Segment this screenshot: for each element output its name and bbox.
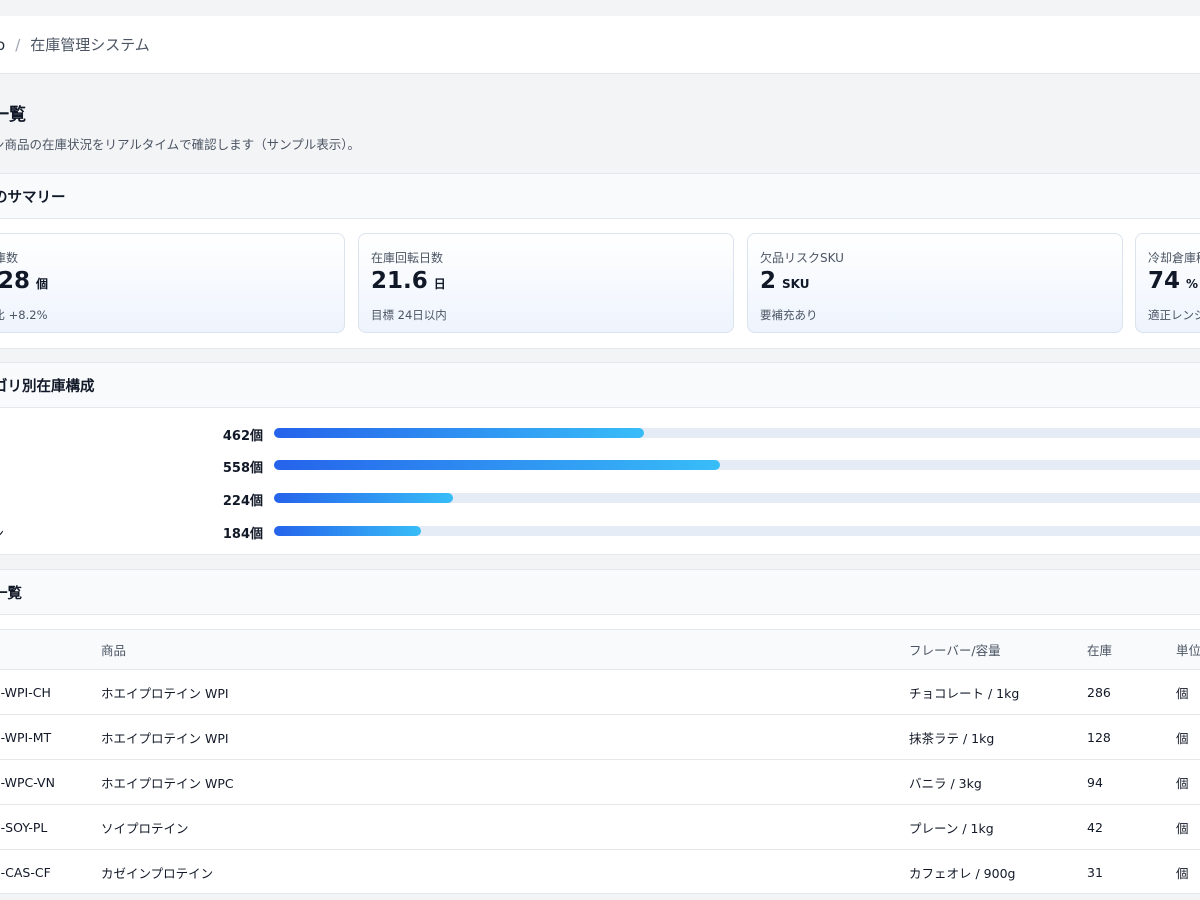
cell-stock: 42 [1087, 804, 1176, 850]
breadcrumb-home-link[interactable]: o [0, 36, 5, 54]
category-section: ゴリ別在庫構成 462個 558個 224個 ン 184個 [0, 362, 1200, 555]
cell-sku: D-SOY-PL [0, 804, 101, 850]
cell-sku: D-WPI-MT [0, 714, 101, 760]
category-bar-row: 462個 [0, 423, 1200, 444]
table-row[interactable]: D-CAS-CF カゼインプロテイン カフェオレ / 900g 31 個 [0, 849, 1200, 893]
breadcrumb-current: 在庫管理システム [30, 36, 150, 54]
summary-card-stockout-risk: 欠品リスクSKU 2 SKU 要補充あり [747, 233, 1123, 333]
card-value: 21.6 日 [371, 268, 446, 294]
cell-product: ホエイプロテイン WPI [101, 714, 909, 760]
cell-unit: 個 [1176, 669, 1200, 715]
card-note: 適正レンジ [1148, 308, 1200, 322]
column-header-stock[interactable]: 在庫 [1087, 629, 1176, 670]
table-row[interactable]: D-WPI-MT ホエイプロテイン WPI 抹茶ラテ / 1kg 128 個 [0, 714, 1200, 760]
category-name: ン [0, 523, 4, 542]
cell-product: ホエイプロテイン WPI [101, 669, 909, 715]
category-bar-row: 224個 [0, 488, 1200, 509]
card-value: 74% [1148, 268, 1198, 294]
category-title: ゴリ別在庫構成 [0, 378, 95, 395]
card-number: 21.6 [371, 268, 428, 294]
category-bar-track [274, 428, 1200, 438]
cell-flavor: 抹茶ラテ / 1kg [909, 714, 1087, 760]
summary-title: のサマリー [0, 189, 66, 206]
cell-product: カゼインプロテイン [101, 849, 909, 893]
category-bar-track [274, 460, 1200, 470]
page-description: ン商品の在庫状況をリアルタイムで確認します（サンプル表示）。 [0, 137, 361, 152]
column-header-unit[interactable]: 単位 [1176, 629, 1200, 670]
table-header-row: U 商品 フレーバー/容量 在庫 単位 [0, 629, 1200, 670]
breadcrumb: o / 在庫管理システム [0, 16, 1200, 74]
category-bar-fill [274, 428, 644, 438]
cell-stock: 128 [1087, 714, 1176, 760]
cell-sku: D-WPC-VN [0, 759, 101, 805]
card-label: 欠品リスクSKU [760, 251, 844, 265]
cell-sku: D-WPI-CH [0, 669, 101, 715]
cell-stock: 31 [1087, 849, 1176, 893]
products-title: 一覧 [0, 585, 22, 602]
category-bar-row: 558個 [0, 455, 1200, 476]
card-unit: 日 [433, 277, 446, 291]
cell-product: ソイプロテイン [101, 804, 909, 850]
card-number: 2 [760, 268, 777, 294]
card-number: 428 [0, 268, 31, 294]
summary-card-turnover: 在庫回転日数 21.6 日 目標 24日以内 [358, 233, 734, 333]
category-count: 224個 [222, 494, 263, 509]
card-unit: 個 [36, 277, 49, 291]
cell-flavor: カフェオレ / 900g [909, 849, 1087, 893]
category-bar-track [274, 526, 1200, 536]
category-count: 462個 [222, 429, 263, 444]
category-header: ゴリ別在庫構成 [0, 363, 1200, 408]
card-label: 在庫回転日数 [371, 251, 444, 265]
cell-unit: 個 [1176, 849, 1200, 893]
card-value: 2 SKU [760, 268, 810, 294]
products-table: U 商品 フレーバー/容量 在庫 単位 D-WPI-CH ホエイプロテイン WP… [0, 629, 1200, 893]
card-label: 冷却倉庫稼 [1148, 251, 1200, 265]
card-label: 在庫数 [0, 251, 19, 265]
category-bar-row: ン 184個 [0, 521, 1200, 542]
card-unit: SKU [782, 277, 810, 291]
table-row[interactable]: D-WPC-VN ホエイプロテイン WPC バニラ / 3kg 94 個 [0, 759, 1200, 805]
summary-card-cold-storage: 冷却倉庫稼 74% 適正レンジ [1135, 233, 1200, 333]
products-section: 一覧 U 商品 フレーバー/容量 在庫 単位 D-WPI-CH ホエイプロテイン… [0, 569, 1200, 894]
cell-unit: 個 [1176, 759, 1200, 805]
table-row[interactable]: D-WPI-CH ホエイプロテイン WPI チョコレート / 1kg 286 個 [0, 669, 1200, 715]
category-bar-fill [274, 526, 422, 536]
card-note: 要補充あり [760, 308, 818, 322]
summary-cards: 在庫数 428個 週比 +8.2% 在庫回転日数 21.6日 目標 24日以内 … [0, 233, 1200, 335]
cell-flavor: チョコレート / 1kg [909, 669, 1087, 715]
card-unit: % [1186, 277, 1199, 291]
page-title: 一覧 [0, 105, 26, 125]
card-number: 74 [1148, 268, 1181, 294]
category-count: 184個 [222, 527, 263, 542]
cell-unit: 個 [1176, 804, 1200, 850]
cell-product: ホエイプロテイン WPC [101, 759, 909, 805]
breadcrumb-separator: / [15, 35, 21, 54]
summary-header: のサマリー [0, 174, 1200, 219]
category-bar-fill [274, 460, 721, 470]
products-header: 一覧 [0, 570, 1200, 615]
top-strip [0, 0, 1200, 16]
column-header-product[interactable]: 商品 [101, 629, 909, 670]
cell-sku: D-CAS-CF [0, 849, 101, 893]
table-row[interactable]: D-SOY-PL ソイプロテイン プレーン / 1kg 42 個 [0, 804, 1200, 850]
card-note: 週比 +8.2% [0, 308, 48, 322]
cell-unit: 個 [1176, 714, 1200, 760]
summary-section: のサマリー 在庫数 428 個 週比 +8.2% 在庫回転日数 21.6 日 目標 … [0, 173, 1200, 349]
card-value: 428 個 [0, 268, 48, 294]
cell-flavor: プレーン / 1kg [909, 804, 1087, 850]
category-bar-fill [274, 493, 454, 503]
cell-stock: 286 [1087, 669, 1176, 715]
cell-stock: 94 [1087, 759, 1176, 805]
category-bar-track [274, 493, 1200, 503]
cell-flavor: バニラ / 3kg [909, 759, 1087, 805]
summary-card-stock: 在庫数 428 個 週比 +8.2% [0, 233, 345, 333]
column-header-sku[interactable]: U [0, 629, 101, 670]
column-header-flavor[interactable]: フレーバー/容量 [909, 629, 1087, 670]
category-count: 558個 [222, 461, 263, 476]
card-note: 目標 24日以内 [371, 308, 447, 322]
